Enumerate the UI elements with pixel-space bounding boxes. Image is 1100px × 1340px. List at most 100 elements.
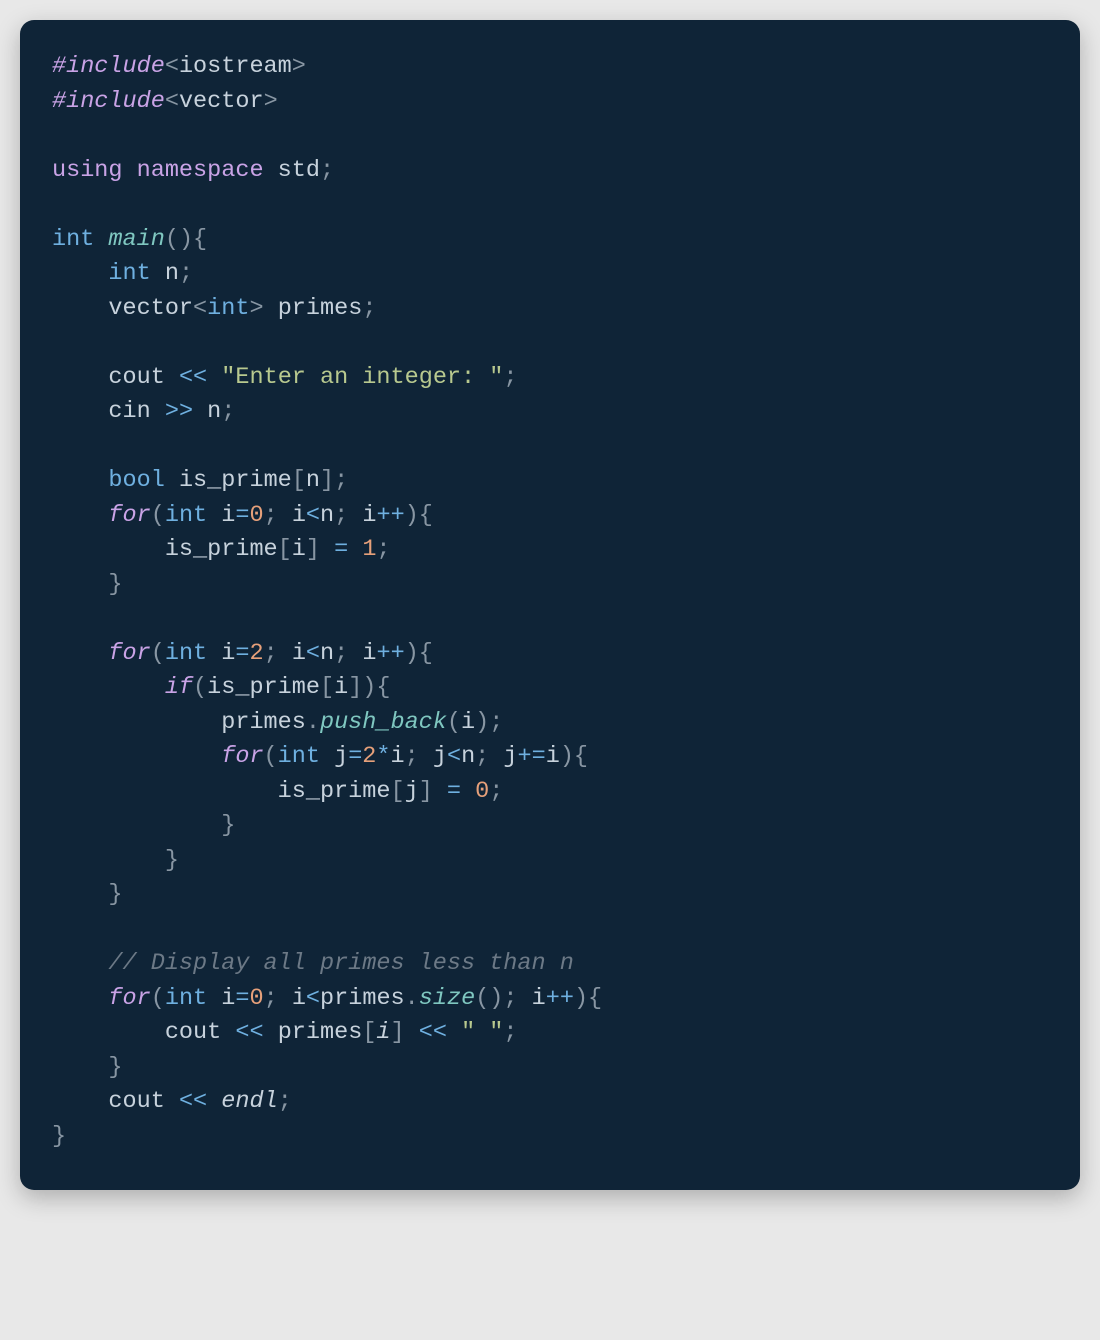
- code-token: (){: [165, 226, 207, 253]
- code-token: n: [165, 260, 179, 287]
- code-token: j: [405, 778, 419, 805]
- code-token: [264, 157, 278, 184]
- code-token: [207, 985, 221, 1012]
- code-token: [52, 502, 108, 529]
- code-token: cout: [108, 1088, 164, 1115]
- code-token: }: [108, 881, 122, 908]
- code-token: (: [264, 743, 278, 770]
- code-token: is_prime: [165, 536, 278, 563]
- code-token: int: [165, 502, 207, 529]
- code-token: n: [320, 640, 334, 667]
- code-token: i: [292, 640, 306, 667]
- code-token: ;: [334, 640, 362, 667]
- code-token: cout: [165, 1019, 221, 1046]
- code-token: ;: [503, 1019, 517, 1046]
- code-token: i: [461, 709, 475, 736]
- code-token: );: [475, 709, 503, 736]
- code-token: [221, 1019, 235, 1046]
- code-token: [: [292, 467, 306, 494]
- code-token: int: [165, 640, 207, 667]
- code-token: }: [108, 1054, 122, 1081]
- code-token: ;: [221, 398, 235, 425]
- code-token: // Display all primes less than n: [108, 950, 573, 977]
- code-token: ;: [278, 1088, 292, 1115]
- code-token: i: [221, 502, 235, 529]
- code-token: ];: [320, 467, 348, 494]
- code-token: i: [292, 536, 306, 563]
- code-token: i: [362, 640, 376, 667]
- code-token: ++: [546, 985, 574, 1012]
- code-token: [: [278, 536, 292, 563]
- code-token: iostream: [179, 53, 292, 80]
- code-token: .: [306, 709, 320, 736]
- code-token: vector: [179, 88, 264, 115]
- code-token: (: [447, 709, 461, 736]
- code-token: [207, 1088, 221, 1115]
- code-token: <: [165, 53, 179, 80]
- code-token: }: [221, 812, 235, 839]
- code-token: if: [165, 674, 193, 701]
- code-token: [165, 364, 179, 391]
- code-token: [: [362, 1019, 376, 1046]
- code-token: for: [108, 640, 150, 667]
- code-token: [52, 709, 221, 736]
- code-token: }: [165, 847, 179, 874]
- code-token: [52, 398, 108, 425]
- code-token: n: [306, 467, 320, 494]
- code-token: primes: [278, 295, 363, 322]
- code-token: push_back: [320, 709, 447, 736]
- code-token: size: [419, 985, 475, 1012]
- code-token: ;: [334, 502, 362, 529]
- code-token: ;: [503, 364, 517, 391]
- code-token: i: [292, 985, 306, 1012]
- code-token: ;: [179, 260, 193, 287]
- code-token: is_prime: [179, 467, 292, 494]
- code-token: primes: [221, 709, 306, 736]
- code-token: ;: [376, 536, 390, 563]
- code-token: for: [108, 985, 150, 1012]
- code-token: [348, 536, 362, 563]
- code-content[interactable]: #include<iostream> #include<vector> usin…: [52, 50, 1048, 1154]
- code-token: =: [235, 985, 249, 1012]
- code-token: using: [52, 157, 123, 184]
- code-token: [405, 1019, 419, 1046]
- code-token: [52, 674, 165, 701]
- code-token: [151, 260, 165, 287]
- code-token: for: [221, 743, 263, 770]
- code-token: ;: [264, 985, 292, 1012]
- code-token: main: [108, 226, 164, 253]
- code-token: #include: [52, 88, 165, 115]
- code-block: #include<iostream> #include<vector> usin…: [20, 20, 1080, 1190]
- code-token: <<: [179, 364, 207, 391]
- code-token: ]: [391, 1019, 405, 1046]
- code-token: [193, 398, 207, 425]
- code-token: i: [221, 640, 235, 667]
- code-token: [447, 1019, 461, 1046]
- code-token: ;: [264, 640, 292, 667]
- code-token: [52, 985, 108, 1012]
- code-token: #include: [52, 53, 165, 80]
- code-token: =: [235, 640, 249, 667]
- code-token: <<: [179, 1088, 207, 1115]
- code-token: i: [391, 743, 405, 770]
- code-token: ]: [419, 778, 447, 805]
- code-token: ]: [306, 536, 334, 563]
- code-token: ();: [475, 985, 531, 1012]
- code-token: cout: [108, 364, 164, 391]
- code-token: ;: [320, 157, 334, 184]
- code-token: bool: [108, 467, 164, 494]
- code-token: n: [461, 743, 475, 770]
- code-token: }: [52, 1123, 66, 1150]
- code-token: [52, 295, 108, 322]
- code-token: primes: [320, 985, 405, 1012]
- code-token: ++: [376, 640, 404, 667]
- code-token: =: [348, 743, 362, 770]
- code-token: is_prime: [207, 674, 320, 701]
- code-token: <<: [235, 1019, 263, 1046]
- code-token: [52, 640, 108, 667]
- code-token: [207, 502, 221, 529]
- code-token: (: [151, 640, 165, 667]
- code-token: cin: [108, 398, 150, 425]
- code-token: [52, 847, 165, 874]
- code-token: (: [151, 502, 165, 529]
